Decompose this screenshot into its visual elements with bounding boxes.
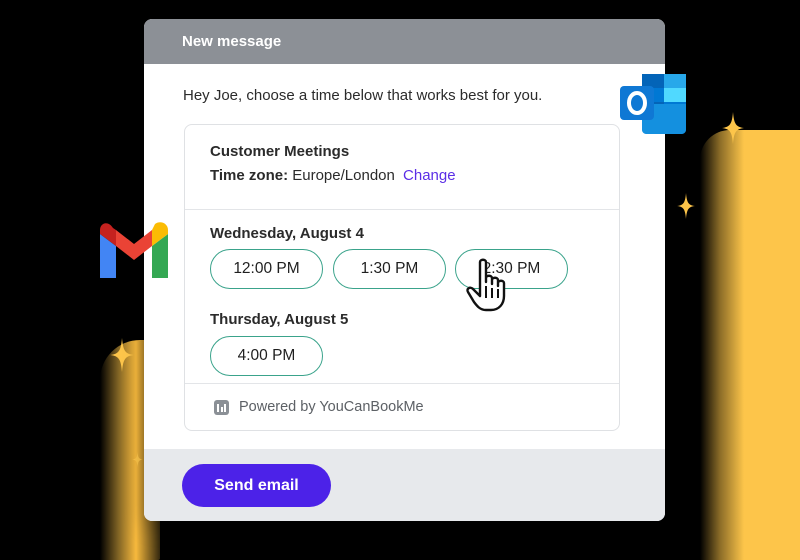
time-slot-button[interactable]: 1:30 PM [333, 249, 446, 289]
time-slot-button[interactable]: 4:00 PM [210, 336, 323, 376]
timezone-label: Time zone: [210, 167, 289, 184]
powered-by[interactable]: Powered by YouCanBookMe [214, 399, 424, 415]
compose-footer: Send email [144, 449, 665, 521]
powered-by-text: Powered by YouCanBookMe [239, 399, 424, 415]
change-timezone-link[interactable]: Change [403, 167, 456, 184]
sparkle-icon [677, 193, 695, 219]
outlook-icon [620, 72, 690, 139]
decorative-glow-right [700, 130, 800, 560]
divider [185, 209, 619, 210]
message-body[interactable]: Hey Joe, choose a time below that works … [183, 87, 542, 104]
sparkle-icon [110, 338, 134, 372]
compose-window: New message Hey Joe, choose a time below… [144, 19, 665, 521]
booking-title: Customer Meetings [210, 143, 350, 160]
sparkle-icon [132, 452, 143, 467]
hand-pointer-icon [462, 258, 516, 319]
sparkle-icon [722, 112, 744, 144]
day-label-thursday: Thursday, August 5 [210, 311, 349, 328]
divider [185, 383, 619, 384]
window-title: New message [144, 19, 665, 64]
gmail-icon [98, 222, 170, 283]
day-label-wednesday: Wednesday, August 4 [210, 225, 364, 242]
youcanbookme-logo-icon [214, 399, 229, 415]
time-slot-button[interactable]: 12:00 PM [210, 249, 323, 289]
timezone-row: Time zone: Europe/London Change [210, 167, 456, 184]
send-email-button[interactable]: Send email [182, 464, 331, 507]
timezone-value: Europe/London [292, 167, 395, 184]
booking-card: Customer Meetings Time zone: Europe/Lond… [184, 124, 620, 431]
